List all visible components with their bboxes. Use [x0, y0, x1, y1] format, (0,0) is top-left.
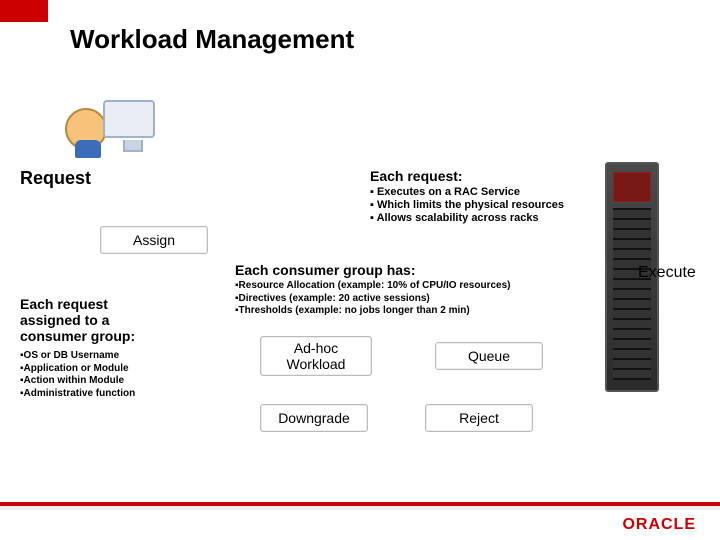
each-request-bullet-3: Allows scalability across racks — [377, 212, 539, 224]
downgrade-node: Downgrade — [260, 404, 368, 432]
cg-bullet-3: Action within Module — [24, 375, 125, 386]
user-at-workstation-icon — [65, 100, 155, 158]
consumer-group-bullets: OS or DB Username Application or Module … — [20, 350, 135, 400]
request-label: Request — [20, 168, 91, 189]
adhoc-workload-node: Ad-hoc Workload — [260, 336, 372, 376]
each-request-bullet-2: Which limits the physical resources — [377, 199, 564, 211]
downgrade-label: Downgrade — [260, 404, 368, 432]
assign-node: Assign — [100, 226, 208, 254]
adhoc-line-2: Workload — [287, 356, 346, 372]
cg-has-heading: Each consumer group has: — [235, 262, 415, 278]
oracle-logo: ORACLE — [622, 516, 696, 534]
adhoc-line-1: Ad-hoc — [287, 340, 346, 356]
cg-bullet-2: Application or Module — [24, 363, 129, 374]
cg-has-bullet-1: Resource Allocation (example: 10% of CPU… — [239, 280, 511, 291]
each-request-bullet-1: Executes on a RAC Service — [377, 186, 520, 198]
each-request-bullets: Executes on a RAC Service Which limits t… — [370, 186, 564, 226]
reject-node: Reject — [425, 404, 533, 432]
cg-has-bullet-3: Thresholds (example: no jobs longer than… — [239, 305, 470, 316]
queue-label: Queue — [435, 342, 543, 370]
cg-has-bullets: Resource Allocation (example: 10% of CPU… — [235, 280, 510, 318]
each-request-heading: Each request: — [370, 168, 463, 184]
cg-has-bullet-2: Directives (example: 20 active sessions) — [239, 293, 430, 304]
reject-label: Reject — [425, 404, 533, 432]
cg-bullet-1: OS or DB Username — [24, 350, 120, 361]
consumer-group-heading: Each request assigned to a consumer grou… — [20, 296, 170, 344]
cg-bullet-4: Administrative function — [24, 388, 136, 399]
assign-box-label: Assign — [100, 226, 208, 254]
brand-accent-block — [0, 0, 48, 22]
footer-divider — [0, 506, 720, 510]
slide-title: Workload Management — [70, 24, 354, 55]
execute-label: Execute — [638, 264, 696, 282]
queue-node: Queue — [435, 342, 543, 370]
